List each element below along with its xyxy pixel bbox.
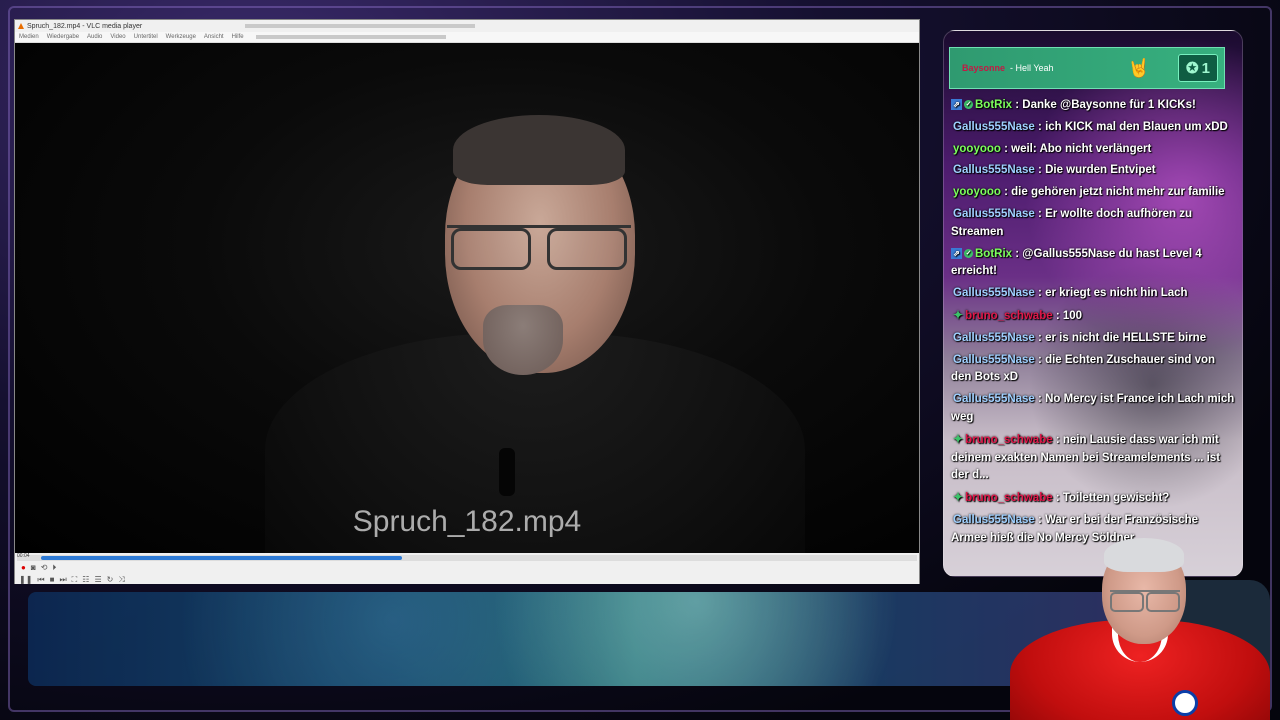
chat-username[interactable]: yooyooo <box>953 186 1001 198</box>
vlc-titlebar[interactable]: Spruch_182.mp4 - VLC media player <box>15 20 919 32</box>
video-area[interactable]: Spruch_182.mp4 <box>15 43 919 553</box>
video-person-hair <box>453 115 625 185</box>
chat-username[interactable]: bruno_schwabe <box>965 492 1053 504</box>
previous-icon[interactable]: ⏮ <box>37 576 44 584</box>
loop-ab-icon[interactable]: ⟲ <box>41 564 48 572</box>
webcam-overlay <box>1000 530 1280 720</box>
verified-badge-icon: ✓ <box>964 100 973 110</box>
chat-message: ✦ bruno_schwabe : nein Lausie dass war ic… <box>951 431 1235 485</box>
vlc-controls: 00:04 ● ◙ ⟲ ⏵ ❚❚ ⏮ ■ ⏭ ⛶ ☷ ☰ ↻ ⤨ <box>15 553 919 584</box>
seek-bar-progress <box>41 556 403 560</box>
vlc-cone-icon <box>18 23 24 29</box>
chat-message: Gallus555Nase : No Mercy ist France ich … <box>951 391 1235 427</box>
video-person-glasses <box>447 225 631 270</box>
chat-text: : er is nicht die HELLSTE birne <box>1034 331 1207 344</box>
chat-username[interactable]: BotRix <box>975 99 1012 111</box>
menu-item-ansicht[interactable]: Ansicht <box>204 34 224 40</box>
chat-message: Gallus555Nase : er kriegt es nicht hin L… <box>951 285 1235 303</box>
chat-message: Gallus555Nase : er is nicht die HELLSTE … <box>951 330 1235 348</box>
chat-username[interactable]: Gallus555Nase <box>953 393 1035 405</box>
vlc-menubar: Medien Wiedergabe Audio Video Untertitel Werk… <box>15 32 919 43</box>
subscriber-badge-icon: ✦ <box>953 307 964 322</box>
shuffle-icon[interactable]: ⤨ <box>118 576 124 584</box>
fullscreen-icon[interactable]: ⛶ <box>72 576 78 584</box>
chat-message: Gallus555Nase : Er wollte doch aufhören … <box>951 206 1235 242</box>
kick-alert: Baysonne - Hell Yeah 🤘 ✪ 1 <box>949 47 1225 89</box>
bot-badge-icon: ⇗ <box>951 99 962 111</box>
chat-text: : Toiletten gewischt? <box>1052 492 1170 505</box>
stop-icon[interactable]: ■ <box>50 576 55 584</box>
menu-item-werkzeuge[interactable]: Werkzeuge <box>166 34 196 40</box>
subscriber-badge-icon: ✦ <box>953 431 964 446</box>
kick-count: 1 <box>1201 59 1210 77</box>
titlebar-blank <box>245 24 476 28</box>
vlc-window[interactable]: Spruch_182.mp4 - VLC media player Medien… <box>14 19 920 584</box>
chat-text: : weil: Abo nicht verlängert <box>1000 142 1152 155</box>
chat-username[interactable]: Gallus555Nase <box>953 332 1035 344</box>
alert-user: Baysonne <box>962 63 1006 73</box>
chat-message: ⇗ ✓ BotRix : @Gallus555Nase du hast Level … <box>951 246 1235 282</box>
video-person-beard <box>483 305 563 375</box>
chat-username[interactable]: Gallus555Nase <box>953 514 1035 526</box>
chat-username[interactable]: Gallus555Nase <box>953 164 1035 176</box>
kick-coin-icon: ✪ <box>1186 60 1199 77</box>
chat-text: : Die wurden Entvipet <box>1034 164 1156 177</box>
record-icon[interactable]: ● <box>21 564 26 572</box>
chat-messages: ⇗ ✓ BotRix : Danke @Baysonne für 1 KICKs! G… <box>951 97 1235 552</box>
next-icon[interactable]: ⏭ <box>59 576 66 584</box>
chat-message: ✦ bruno_schwabe : Toiletten gewischt? <box>951 489 1235 508</box>
kick-count-badge: ✪ 1 <box>1178 54 1218 82</box>
controls-row-advanced: ● ◙ ⟲ ⏵ <box>21 564 56 572</box>
chat-message: yooyooo : die gehören jetzt nicht mehr z… <box>951 184 1235 202</box>
chat-username[interactable]: Gallus555Nase <box>953 287 1035 299</box>
bot-badge-icon: ⇗ <box>951 248 962 260</box>
vlc-window-title: Spruch_182.mp4 - VLC media player <box>27 22 143 30</box>
menu-item-video[interactable]: Video <box>110 34 125 40</box>
chat-message: yooyooo : weil: Abo nicht verlängert <box>951 141 1235 159</box>
pause-icon[interactable]: ❚❚ <box>19 576 32 584</box>
filename-overlay: Spruch_182.mp4 <box>352 505 582 538</box>
chat-text: : die gehören jetzt nicht mehr zur famil… <box>1000 186 1225 199</box>
subscriber-badge-icon: ✦ <box>953 490 964 505</box>
chat-message: ✦ bruno_schwabe : 100 <box>951 307 1235 326</box>
chat-username[interactable]: BotRix <box>975 248 1012 260</box>
menubar-blank <box>255 35 446 39</box>
rock-hand-icon: 🤘 <box>1127 58 1150 78</box>
chat-text: : Danke @Baysonne für 1 KICKs! <box>1012 99 1196 111</box>
menu-item-hilfe[interactable]: Hilfe <box>232 34 244 40</box>
chat-username[interactable]: bruno_schwabe <box>965 434 1053 446</box>
chat-username[interactable]: Gallus555Nase <box>953 121 1035 133</box>
lapel-microphone <box>499 448 515 496</box>
chat-message: Gallus555Nase : ich KICK mal den Blauen … <box>951 119 1235 137</box>
chat-message: Gallus555Nase : die Echten Zuschauer sin… <box>951 352 1235 388</box>
webcam-glasses <box>1110 590 1180 612</box>
chat-text: : 100 <box>1052 309 1083 322</box>
verified-badge-icon: ✓ <box>964 249 973 259</box>
menu-item-medien[interactable]: Medien <box>19 34 39 40</box>
elapsed-time: 00:04 <box>17 553 30 559</box>
chat-text: : ich KICK mal den Blauen um xDD <box>1034 120 1228 133</box>
seek-bar[interactable] <box>17 555 917 561</box>
controls-row-main: ❚❚ ⏮ ■ ⏭ ⛶ ☷ ☰ ↻ ⤨ <box>19 576 125 584</box>
chat-username[interactable]: yooyooo <box>953 143 1001 155</box>
chat-username[interactable]: Gallus555Nase <box>953 354 1035 366</box>
frame-step-icon[interactable]: ⏵ <box>52 564 56 572</box>
menu-item-audio[interactable]: Audio <box>87 34 102 40</box>
menu-item-wiedergabe[interactable]: Wiedergabe <box>47 34 79 40</box>
chat-message: Gallus555Nase : Die wurden Entvipet <box>951 162 1235 180</box>
webcam-hair <box>1104 538 1184 572</box>
playlist-icon[interactable]: ☰ <box>94 576 101 584</box>
repeat-icon[interactable]: ↻ <box>107 576 114 584</box>
chat-message: ⇗ ✓ BotRix : Danke @Baysonne für 1 KICKs! <box>951 97 1235 115</box>
chat-username[interactable]: bruno_schwabe <box>965 310 1053 322</box>
chat-text: : er kriegt es nicht hin Lach <box>1034 287 1188 300</box>
menu-item-untertitel[interactable]: Untertitel <box>134 34 158 40</box>
extended-settings-icon[interactable]: ☷ <box>82 576 89 584</box>
snapshot-icon[interactable]: ◙ <box>31 564 36 572</box>
club-crest-icon <box>1172 690 1198 716</box>
alert-message: - Hell Yeah <box>1010 63 1054 73</box>
chat-overlay: Baysonne - Hell Yeah 🤘 ✪ 1 ⇗ ✓ BotRix : Da… <box>943 30 1243 577</box>
chat-username[interactable]: Gallus555Nase <box>953 208 1035 220</box>
